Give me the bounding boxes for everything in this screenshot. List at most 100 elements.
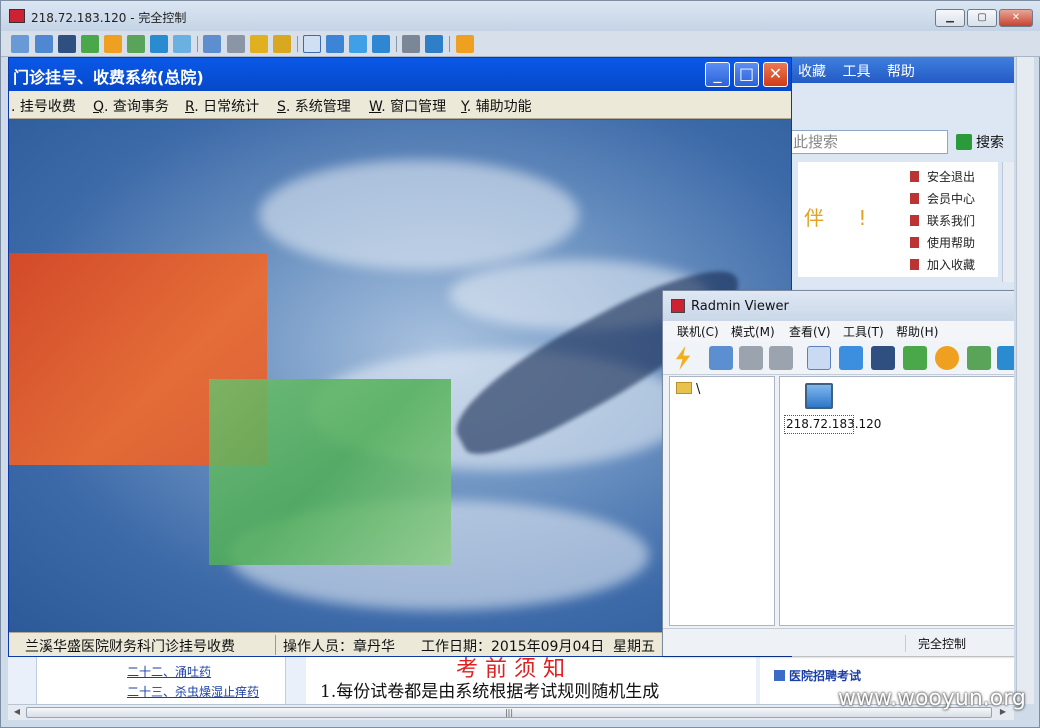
radmin-viewer-window: Radmin Viewer 联机(C) 模式(M) 查看(V) 工具(T) 帮助… bbox=[662, 290, 1014, 656]
close-session-icon[interactable] bbox=[456, 35, 474, 53]
browser-scrollbar[interactable] bbox=[1002, 162, 1014, 282]
radmin-statusbar: 完全控制 bbox=[663, 628, 1014, 656]
connection-tree[interactable]: \ bbox=[669, 376, 775, 626]
radmin-menu-connect[interactable]: 联机(C) bbox=[677, 323, 719, 340]
voice-chat-icon[interactable] bbox=[997, 346, 1014, 370]
quick-link-contact[interactable]: 联系我们 bbox=[910, 210, 975, 232]
browser-menu-help[interactable]: 帮助 bbox=[887, 64, 915, 80]
radmin-titlebar: Radmin Viewer bbox=[663, 291, 1014, 321]
screenshot-icon[interactable] bbox=[402, 35, 420, 53]
properties-icon[interactable] bbox=[769, 346, 793, 370]
toolbar-separator bbox=[197, 36, 198, 52]
status-mode: 完全控制 bbox=[905, 635, 966, 652]
radmin-menu-view[interactable]: 查看(V) bbox=[789, 323, 831, 340]
folder-icon bbox=[676, 382, 692, 394]
add-connection-icon[interactable] bbox=[709, 346, 733, 370]
computer-icon bbox=[805, 383, 833, 409]
radmin-toolbar bbox=[663, 341, 1014, 375]
terminal-icon[interactable] bbox=[58, 35, 76, 53]
settings-icon[interactable] bbox=[425, 35, 443, 53]
tree-root-folder[interactable]: \ bbox=[676, 382, 700, 397]
stretch-view-icon[interactable] bbox=[326, 35, 344, 53]
quick-link-favorite[interactable]: 加入收藏 bbox=[910, 254, 975, 276]
upload-icon[interactable] bbox=[203, 35, 221, 53]
his-title: 门诊挂号、收费系统(总院) bbox=[13, 68, 204, 87]
his-menubar: . 挂号收费 Q. 查询事务 R. 日常统计 S. 系统管理 W. 窗口管理 Y… bbox=[9, 91, 791, 119]
quick-link-logout[interactable]: 安全退出 bbox=[910, 166, 975, 188]
transfer-icon[interactable] bbox=[81, 35, 99, 53]
close-button[interactable]: ✕ bbox=[999, 9, 1033, 27]
delete-connection-icon[interactable] bbox=[739, 346, 763, 370]
browser-menu-tools[interactable]: 工具 bbox=[842, 64, 870, 80]
search-input[interactable]: 此搜索 bbox=[788, 130, 948, 154]
browser-searchbar: 此搜索 搜索 bbox=[778, 127, 1014, 157]
quick-link-help[interactable]: 使用帮助 bbox=[910, 232, 975, 254]
telnet-icon[interactable] bbox=[871, 346, 895, 370]
recruit-icon bbox=[774, 670, 785, 681]
his-maximize-button[interactable]: □ bbox=[734, 62, 759, 87]
connection-item[interactable]: 218.72.183.120 bbox=[784, 381, 881, 453]
browser-topbar: 收藏 工具 帮助 bbox=[778, 57, 1014, 83]
link-item[interactable]: 二十二、涌吐药 bbox=[127, 663, 211, 680]
background-browser: 收藏 工具 帮助 此搜索 搜索 伴 ! 安全退出 会员中心 联系我们 使用帮助 … bbox=[778, 57, 1014, 297]
menu-statistics[interactable]: R. 日常统计 bbox=[185, 96, 259, 116]
menu-registration[interactable]: . 挂号收费 bbox=[11, 96, 76, 116]
radmin-menu-help[interactable]: 帮助(H) bbox=[896, 323, 938, 340]
power-icon[interactable] bbox=[104, 35, 122, 53]
browser-menu-favorites[interactable]: 收藏 bbox=[798, 64, 826, 80]
voice-icon[interactable] bbox=[150, 35, 168, 53]
unlock-icon[interactable] bbox=[273, 35, 291, 53]
chat-icon[interactable] bbox=[967, 346, 991, 370]
search-button[interactable]: 搜索 bbox=[956, 132, 1004, 152]
watermark: www.wooyun.org bbox=[838, 686, 1026, 711]
exam-notice: 1.每份试卷都是由系统根据考试规则随机生成 bbox=[320, 682, 660, 702]
app-icon bbox=[9, 9, 25, 23]
menu-system[interactable]: S. 系统管理 bbox=[277, 96, 351, 116]
lock-icon[interactable] bbox=[250, 35, 268, 53]
full-control-icon[interactable] bbox=[807, 346, 831, 370]
connection-list[interactable]: 218.72.183.120 bbox=[779, 376, 1014, 626]
radmin-title: Radmin Viewer bbox=[691, 299, 789, 314]
radmin-menu-mode[interactable]: 模式(M) bbox=[731, 323, 775, 340]
maximize-button[interactable]: ▢ bbox=[967, 9, 997, 27]
refresh-icon[interactable] bbox=[372, 35, 390, 53]
remote-desktop[interactable]: 收藏 工具 帮助 此搜索 搜索 伴 ! 安全退出 会员中心 联系我们 使用帮助 … bbox=[8, 57, 1014, 704]
doc-icon bbox=[910, 259, 919, 270]
cloud-shape bbox=[259, 160, 579, 270]
fullscreen-icon[interactable] bbox=[35, 35, 53, 53]
toolbar-separator bbox=[396, 36, 397, 52]
fullscreen-view-icon[interactable] bbox=[349, 35, 367, 53]
his-minimize-button[interactable]: _ bbox=[705, 62, 730, 87]
menu-auxiliary[interactable]: Y. 辅助功能 bbox=[461, 96, 532, 116]
window-title: 218.72.183.120 - 完全控制 bbox=[31, 11, 187, 25]
message-icon[interactable] bbox=[173, 35, 191, 53]
connect-icon[interactable] bbox=[675, 346, 691, 370]
vertical-scrollbar[interactable] bbox=[1016, 57, 1034, 704]
recruit-link[interactable]: 医院招聘考试 bbox=[774, 667, 861, 684]
chat-icon[interactable] bbox=[127, 35, 145, 53]
radmin-menu-tools[interactable]: 工具(T) bbox=[843, 323, 884, 340]
scroll-left-icon[interactable]: ◀ bbox=[10, 707, 24, 718]
normal-view-icon[interactable] bbox=[303, 35, 321, 53]
status-operator: 操作人员：章丹华 bbox=[283, 639, 395, 655]
minimize-button[interactable]: ▁ bbox=[935, 9, 965, 27]
status-workdate: 工作日期：2015年09月04日 bbox=[421, 639, 605, 655]
search-icon bbox=[956, 134, 972, 150]
status-weekday: 星期五 bbox=[613, 639, 655, 655]
his-close-button[interactable]: ✕ bbox=[763, 62, 788, 87]
connection-label: 218.72.183.120 bbox=[784, 415, 881, 434]
menu-query[interactable]: Q. 查询事务 bbox=[93, 96, 169, 116]
doc-icon bbox=[910, 215, 919, 226]
file-transfer-icon[interactable] bbox=[903, 346, 927, 370]
network-icon[interactable] bbox=[227, 35, 245, 53]
fit-screen-icon[interactable] bbox=[11, 35, 29, 53]
shutdown-icon[interactable] bbox=[935, 346, 959, 370]
quick-link-member[interactable]: 会员中心 bbox=[910, 188, 975, 210]
quick-links-panel: 伴 ! 安全退出 会员中心 联系我们 使用帮助 加入收藏 bbox=[798, 162, 998, 277]
radmin-menubar: 联机(C) 模式(M) 查看(V) 工具(T) 帮助(H) bbox=[663, 321, 1014, 341]
link-item[interactable]: 二十三、杀虫燥湿止痒药 bbox=[127, 683, 259, 700]
view-only-icon[interactable] bbox=[839, 346, 863, 370]
his-titlebar: 门诊挂号、收费系统(总院) _ □ ✕ bbox=[9, 58, 791, 91]
menu-window[interactable]: W. 窗口管理 bbox=[369, 96, 446, 116]
doc-icon bbox=[910, 193, 919, 204]
